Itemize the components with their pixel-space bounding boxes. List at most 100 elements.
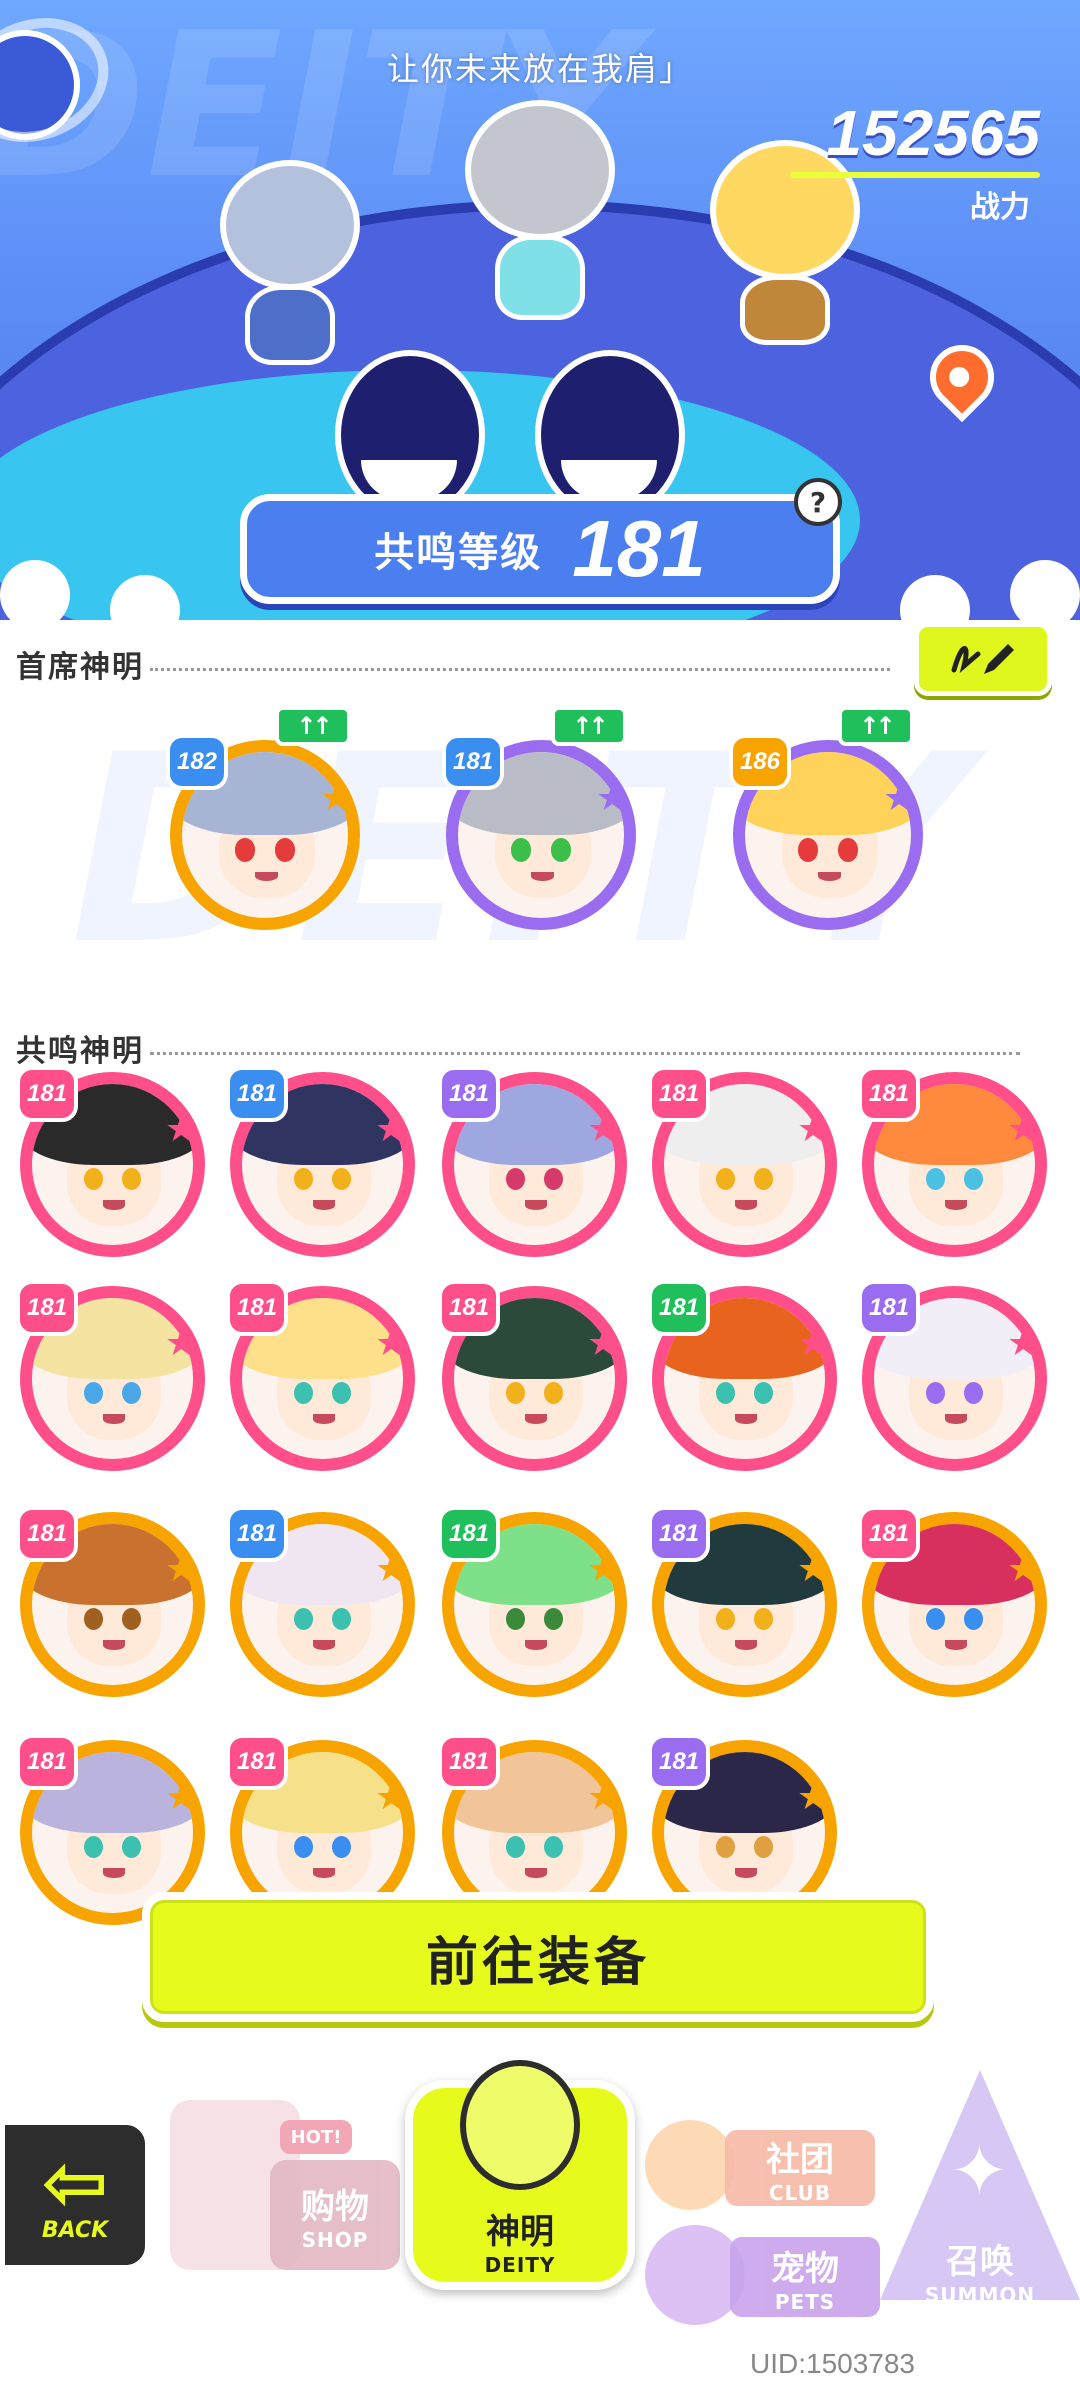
deity-eye [293,1835,313,1859]
sparkle-icon: ✦ [950,2130,1009,2212]
deity-eye [798,838,819,862]
level-badge: 181 [16,1506,78,1562]
tab-deity-sublabel: DEITY [484,2252,556,2277]
deity-mouth [944,1639,968,1650]
chief-deity-card[interactable]: ★ 181 ↑↑ [442,706,636,930]
tab-summon[interactable]: ✦ 召唤 SUMMON [880,2070,1080,2320]
resonance-deity-card[interactable]: ★ 181 [438,1280,627,1471]
deity-eye [505,1381,525,1405]
deity-eye [83,1835,103,1859]
tab-pets[interactable]: 宠物 PETS [645,2225,885,2325]
deity-mouth [524,1639,548,1650]
deity-mouth [734,1199,758,1210]
deity-eye [505,1167,525,1191]
star-icon: ★ [375,1549,408,1590]
deity-eye [511,838,532,862]
star-icon: ★ [1007,1323,1040,1364]
star-icon: ★ [165,1549,198,1590]
deity-eye [83,1607,103,1631]
resonance-deity-card[interactable]: ★ 181 [858,1506,1047,1697]
deity-eye [293,1167,313,1191]
deity-eye [925,1381,945,1405]
deity-eye [235,838,256,862]
resonance-deity-title: 共鸣神明 [16,1034,144,1069]
deity-mouth [102,1199,126,1210]
back-button[interactable]: ⇦ BACK [0,2120,150,2270]
level-badge: 181 [226,1066,288,1122]
resonance-deity-card[interactable]: ★ 181 [16,1066,205,1257]
deity-eye [505,1835,525,1859]
tab-shop-sublabel: SHOP [301,2227,369,2252]
deity-eye [925,1607,945,1631]
deity-mouth [524,1867,548,1878]
deity-eye [274,838,295,862]
chief-title-divider [150,668,890,671]
level-badge: 181 [648,1734,710,1790]
tab-pets-sublabel: PETS [774,2289,836,2314]
resonance-deity-card[interactable]: ★ 181 [648,1280,837,1471]
resonance-deity-card[interactable]: ★ 181 [226,1280,415,1471]
deity-mouth [734,1639,758,1650]
help-button[interactable]: ? [794,478,842,526]
level-badge: 181 [16,1280,78,1336]
level-badge: 181 [438,1734,500,1790]
tab-summon-label: 召唤 [946,2241,1014,2282]
chibi-character-center[interactable] [440,90,640,330]
resonance-deity-card[interactable]: ★ 181 [858,1280,1047,1471]
chief-deity-title: 首席神明 [16,650,144,685]
star-icon: ★ [165,1109,198,1150]
deity-eye [550,838,571,862]
deity-mouth [944,1199,968,1210]
tab-club[interactable]: 社团 CLUB [645,2120,885,2210]
resonance-deity-card[interactable]: ★ 181 [648,1506,837,1697]
tab-deity[interactable]: 神明 DEITY [405,2050,635,2310]
deity-mouth [944,1413,968,1424]
deity-mouth [312,1199,336,1210]
star-icon: ★ [320,778,353,819]
deity-eye [715,1167,735,1191]
level-badge: 181 [438,1280,500,1336]
deity-mouth [524,1413,548,1424]
go-equip-button[interactable]: 前往装备 [142,1892,934,2022]
hot-badge: HOT! [280,2120,352,2154]
upgrade-arrow-badge: ↑↑ [274,706,351,746]
deity-eye [925,1167,945,1191]
level-badge: 181 [648,1280,710,1336]
club-bag-icon [645,2120,735,2210]
star-icon: ★ [165,1777,198,1818]
resonance-deity-card[interactable]: ★ 181 [858,1066,1047,1257]
back-label: BACK [41,2217,109,2243]
chief-deity-card[interactable]: ★ 182 ↑↑ [166,706,360,930]
star-icon: ★ [165,1323,198,1364]
resonance-deity-card[interactable]: ★ 181 [226,1066,415,1257]
deity-mouth [102,1639,126,1650]
level-badge: 181 [16,1066,78,1122]
resonance-deity-card[interactable]: ★ 181 [16,1280,205,1471]
level-badge: 181 [226,1506,288,1562]
combat-power-underline [790,172,1040,178]
edit-chief-button[interactable] [914,622,1052,696]
deity-mouth [734,1413,758,1424]
chief-deity-card[interactable]: ★ 186 ↑↑ [729,706,923,930]
resonance-deity-card[interactable]: ★ 181 [648,1066,837,1257]
bottom-nav: ⇦ BACK HOT! 购物 SHOP 神明 DEITY 社团 CLUB 宠物 … [0,2050,1080,2403]
level-badge: 181 [226,1734,288,1790]
star-icon: ★ [1007,1549,1040,1590]
deity-mascot-icon [460,2060,580,2190]
tab-shop-label: 购物 [301,2186,369,2227]
resonance-deity-card[interactable]: ★ 181 [438,1066,627,1257]
deity-mouth [734,1867,758,1878]
resonance-deity-card[interactable]: ★ 181 [438,1506,627,1697]
star-icon: ★ [587,1777,620,1818]
resonance-title-divider [150,1052,1020,1055]
level-badge: 181 [442,734,504,790]
pencil-icon [951,644,1014,674]
tab-shop[interactable]: HOT! 购物 SHOP [160,2080,410,2280]
chibi-character-left[interactable] [200,150,380,370]
resonance-deity-card[interactable]: ★ 181 [226,1506,415,1697]
level-badge: 186 [729,734,791,790]
star-icon: ★ [587,1323,620,1364]
deity-eye [505,1607,525,1631]
resonance-deity-card[interactable]: ★ 181 [16,1506,205,1697]
header-banner: DEITY 让你未来放在我肩」 152565 战力 共鸣等级 181 ? [0,0,1080,620]
